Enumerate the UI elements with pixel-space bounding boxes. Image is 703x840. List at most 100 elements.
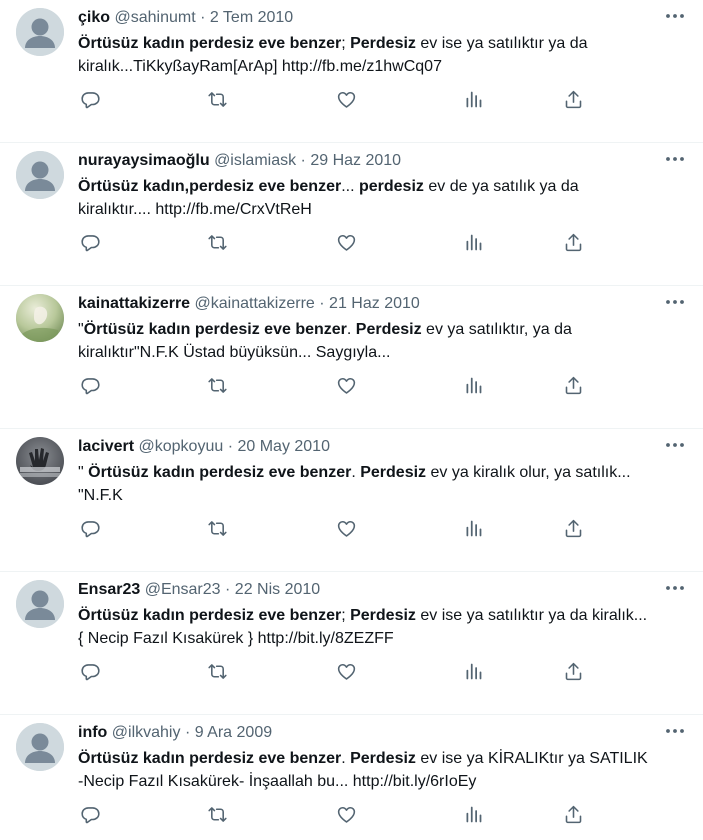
avatar[interactable] [16, 151, 64, 199]
avatar[interactable] [16, 580, 64, 628]
default-avatar-icon [16, 580, 64, 628]
share-button[interactable] [561, 230, 585, 254]
tweet-date[interactable]: 29 Haz 2010 [310, 152, 401, 169]
text-segment: . [341, 750, 351, 767]
more-icon[interactable] [661, 6, 689, 26]
like-button[interactable] [334, 373, 358, 397]
display-name[interactable]: kainattakizerre [78, 295, 190, 312]
tweet-header: lacivert @kopkoyuu · 20 May 2010 [78, 437, 651, 457]
reply-button[interactable] [78, 230, 102, 254]
more-icon[interactable] [661, 435, 689, 455]
highlighted-text: Örtüsüz kadın,perdesiz eve benzer [78, 178, 342, 195]
retweet-icon [207, 806, 227, 822]
separator-dot: · [300, 152, 311, 169]
user-handle[interactable]: @sahinumt [114, 9, 195, 26]
more-icon[interactable] [661, 149, 689, 169]
avatar[interactable] [16, 723, 64, 771]
views-button[interactable] [461, 373, 485, 397]
like-button[interactable] [334, 802, 358, 826]
retweet-button[interactable] [205, 659, 229, 683]
tweet-2[interactable]: nurayaysimaoğlu @islamiask · 29 Haz 2010… [0, 143, 703, 286]
display-name[interactable]: çiko [78, 9, 110, 26]
avatar[interactable] [16, 437, 64, 485]
views-button[interactable] [461, 802, 485, 826]
views-button[interactable] [461, 659, 485, 683]
tweet-header: nurayaysimaoğlu @islamiask · 29 Haz 2010 [78, 151, 651, 171]
text-segment: ; [341, 35, 351, 52]
share-icon [565, 233, 581, 251]
display-name[interactable]: Ensar23 [78, 581, 140, 598]
text-segment: " [78, 464, 89, 481]
tweet-date[interactable]: 20 May 2010 [237, 438, 330, 455]
retweet-button[interactable] [205, 230, 229, 254]
more-icon[interactable] [661, 578, 689, 598]
reply-button[interactable] [78, 802, 102, 826]
tweet-body: lacivert @kopkoyuu · 20 May 2010 " Örtüs… [78, 437, 651, 507]
like-button[interactable] [334, 230, 358, 254]
highlighted-text: Perdesiz [350, 750, 416, 767]
views-icon [466, 806, 481, 822]
user-handle[interactable]: @Ensar23 [145, 581, 221, 598]
user-handle[interactable]: @ilkvahiy [112, 724, 181, 741]
display-name[interactable]: nurayaysimaoğlu [78, 152, 210, 169]
retweet-icon [207, 234, 227, 250]
share-button[interactable] [561, 373, 585, 397]
tweet-date[interactable]: 9 Ara 2009 [195, 724, 272, 741]
retweet-button[interactable] [205, 516, 229, 540]
user-handle[interactable]: @islamiask [214, 152, 296, 169]
tweet-feed: çiko @sahinumt · 2 Tem 2010 Örtüsüz kadı… [0, 0, 703, 840]
tweet-actions [78, 87, 598, 111]
retweet-icon [207, 91, 227, 107]
avatar[interactable] [16, 294, 64, 342]
tweet-6[interactable]: info @ilkvahiy · 9 Ara 2009 Örtüsüz kadı… [0, 715, 703, 840]
tweet-1[interactable]: çiko @sahinumt · 2 Tem 2010 Örtüsüz kadı… [0, 0, 703, 143]
reply-icon [80, 806, 100, 823]
tweet-text: " Örtüsüz kadın perdesiz eve benzer. Per… [78, 461, 651, 507]
display-name[interactable]: lacivert [78, 438, 134, 455]
tweet-3[interactable]: kainattakizerre @kainattakizerre · 21 Ha… [0, 286, 703, 429]
tweet-date[interactable]: 21 Haz 2010 [329, 295, 420, 312]
views-icon [466, 520, 481, 536]
views-button[interactable] [461, 87, 485, 111]
like-button[interactable] [334, 87, 358, 111]
like-button[interactable] [334, 659, 358, 683]
views-button[interactable] [461, 230, 485, 254]
tweet-date[interactable]: 22 Nis 2010 [235, 581, 320, 598]
views-button[interactable] [461, 516, 485, 540]
tweet-5[interactable]: Ensar23 @Ensar23 · 22 Nis 2010 Örtüsüz k… [0, 572, 703, 715]
heart-icon [337, 520, 355, 537]
highlighted-text: Örtüsüz kadın perdesiz eve benzer [83, 321, 347, 338]
tweet-header: info @ilkvahiy · 9 Ara 2009 [78, 723, 651, 743]
retweet-button[interactable] [205, 373, 229, 397]
more-icon[interactable] [661, 292, 689, 312]
like-button[interactable] [334, 516, 358, 540]
tweet-4[interactable]: lacivert @kopkoyuu · 20 May 2010 " Örtüs… [0, 429, 703, 572]
default-avatar-icon [16, 151, 64, 199]
views-icon [466, 663, 481, 679]
share-button[interactable] [561, 659, 585, 683]
reply-button[interactable] [78, 516, 102, 540]
user-handle[interactable]: @kainattakizerre [195, 295, 315, 312]
retweet-button[interactable] [205, 802, 229, 826]
user-handle[interactable]: @kopkoyuu [139, 438, 224, 455]
reply-button[interactable] [78, 87, 102, 111]
tweet-body: nurayaysimaoğlu @islamiask · 29 Haz 2010… [78, 151, 651, 221]
reply-icon [80, 377, 100, 394]
tweet-actions [78, 230, 598, 254]
more-icon[interactable] [661, 721, 689, 741]
reply-button[interactable] [78, 373, 102, 397]
display-name[interactable]: info [78, 724, 107, 741]
highlighted-text: Örtüsüz kadın perdesiz eve benzer [78, 35, 342, 52]
share-button[interactable] [561, 516, 585, 540]
share-button[interactable] [561, 802, 585, 826]
tweet-actions [78, 802, 598, 826]
reply-button[interactable] [78, 659, 102, 683]
heart-icon [337, 91, 355, 108]
tweet-actions [78, 516, 598, 540]
reply-icon [80, 520, 100, 537]
tweet-date[interactable]: 2 Tem 2010 [210, 9, 293, 26]
retweet-button[interactable] [205, 87, 229, 111]
profile-photo-icon [16, 294, 64, 342]
avatar[interactable] [16, 8, 64, 56]
share-button[interactable] [561, 87, 585, 111]
